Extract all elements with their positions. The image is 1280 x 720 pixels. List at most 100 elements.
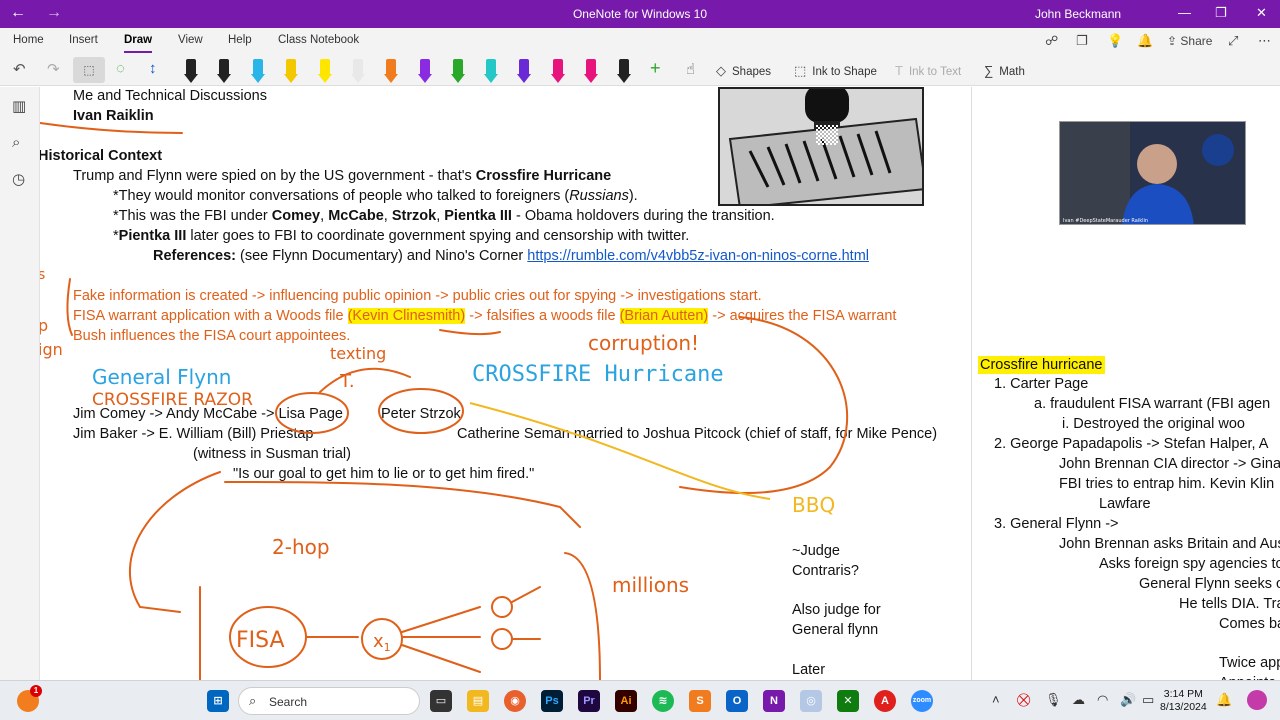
right-title: Crossfire hurricane [978, 356, 1105, 374]
pen-12[interactable] [551, 57, 565, 83]
pen-2[interactable] [217, 57, 231, 83]
pen-tip [251, 74, 265, 83]
pen-body [486, 59, 496, 75]
tab-home[interactable]: Home [13, 34, 44, 46]
ink-to-shape-button[interactable]: ⬚ Ink to Shape [794, 63, 877, 79]
page-view-icon[interactable]: ❐ [1076, 33, 1088, 49]
tab-view[interactable]: View [178, 34, 203, 46]
redo-icon[interactable]: ↷ [47, 60, 60, 78]
acrobat-icon[interactable]: A [874, 690, 896, 712]
notification-bell-icon[interactable]: 🔔 [1216, 692, 1232, 708]
premiere-icon[interactable]: Pr [578, 690, 600, 712]
touch-drawing-icon[interactable]: ☝ [686, 60, 695, 78]
sublime-icon[interactable]: S [689, 690, 711, 712]
notification-avatar[interactable]: 1 [17, 685, 42, 712]
user-name[interactable]: John Beckmann [1035, 7, 1121, 21]
close-icon[interactable]: ✕ [1256, 5, 1267, 21]
pen-8[interactable] [418, 57, 432, 83]
pen-3[interactable] [251, 57, 265, 83]
ink-general-flynn: General Flynn [92, 365, 231, 389]
pen-4[interactable] [284, 57, 298, 83]
right-outline-item: Twice app [1219, 655, 1280, 671]
outlook-icon[interactable]: O [726, 690, 748, 712]
fullscreen-icon[interactable]: ⤢ [1228, 33, 1238, 49]
tab-insert[interactable]: Insert [69, 34, 98, 46]
task-view-icon[interactable]: ▭ [430, 690, 452, 712]
shapes-icon: ◇ [716, 63, 726, 78]
chevron-up-icon[interactable]: ˄ [992, 692, 1000, 707]
copilot-icon[interactable] [1247, 690, 1267, 710]
pen-body [553, 59, 563, 75]
bell-icon[interactable]: 🔔 [1137, 33, 1153, 49]
taskbar-search[interactable]: ⌕ Search [238, 687, 420, 715]
wifi-icon[interactable]: ◠ [1097, 692, 1108, 708]
math-button[interactable]: ∑ Math [984, 63, 1025, 78]
type-select-icon[interactable]: ⬚ [73, 57, 105, 83]
ink-arc-stroke [319, 367, 411, 393]
pen-14[interactable] [617, 57, 631, 83]
pen-tip [351, 74, 365, 83]
share-button[interactable]: ⇪ Share [1167, 34, 1212, 48]
pen-13[interactable] [584, 57, 598, 83]
pen-5[interactable] [318, 57, 332, 83]
pen-10[interactable] [484, 57, 498, 83]
pen-9[interactable] [451, 57, 465, 83]
pen-tip [284, 74, 298, 83]
ink-to-text-icon: T [895, 63, 903, 78]
ink-node-1 [491, 596, 513, 618]
onenote-icon[interactable]: N [763, 690, 785, 712]
shapes-label: Shapes [732, 66, 772, 78]
restore-icon[interactable]: ❐ [1215, 5, 1227, 21]
video-overlay[interactable]: Ivan #DeepStateMarauder Raiklin [1059, 121, 1246, 225]
search-icon[interactable]: ⌕ [12, 134, 20, 151]
lightbulb-icon[interactable]: 💡 [1107, 33, 1123, 49]
photoshop-icon[interactable]: Ps [541, 690, 563, 712]
taskbar-clock[interactable]: 3:14 PM 8/13/2024 [1160, 688, 1207, 714]
pen-tip [217, 74, 231, 83]
minimize-icon[interactable]: — [1178, 5, 1191, 20]
battery-icon[interactable]: ▭ [1142, 692, 1154, 708]
xbox-icon[interactable]: ✕ [837, 690, 859, 712]
spotify-icon[interactable]: ≋ [652, 690, 674, 712]
tab-class-notebook[interactable]: Class Notebook [278, 34, 359, 46]
ink-layer[interactable]: General Flynn CROSSFIRE RAZOR texting T.… [40, 87, 970, 680]
video-frame: Ivan #DeepStateMarauder Raiklin [1060, 122, 1245, 224]
ms-teams-icon[interactable]: ☁ [1072, 692, 1085, 708]
right-outline-item: FBI tries to entrap him. Kevin Klin [1059, 476, 1275, 492]
security-icon[interactable]: ⛒ [1017, 692, 1030, 708]
tab-help[interactable]: Help [228, 34, 252, 46]
firefox-icon[interactable]: ◉ [504, 690, 526, 712]
pen-11[interactable] [517, 57, 531, 83]
ink-circle-lisa-page [275, 392, 349, 434]
pen-1[interactable] [184, 57, 198, 83]
ink-fan-arrows [401, 606, 481, 673]
clock-time: 3:14 PM [1163, 688, 1203, 700]
tab-draw[interactable]: Draw [124, 34, 153, 53]
more-options-icon[interactable]: ⋯ [1258, 33, 1271, 49]
lasso-select-icon[interactable]: ◌ [116, 60, 125, 77]
ink-crossfire-hurricane: CROSSFIRE Hurricane [472, 362, 724, 387]
add-space-icon[interactable]: ↕ [149, 60, 157, 77]
file-explorer-icon[interactable]: ▤ [467, 690, 489, 712]
app-icon[interactable]: ◎ [800, 690, 822, 712]
ink-to-text-button[interactable]: T Ink to Text [895, 63, 961, 78]
pen-6[interactable] [351, 57, 365, 83]
zoom-icon[interactable]: zoom [911, 690, 933, 712]
sticky-notes-icon[interactable]: ☍ [1045, 33, 1058, 49]
right-page[interactable]: Ivan #DeepStateMarauder Raiklin Crossfir… [971, 87, 1280, 680]
windows-start-icon[interactable]: ⊞ [207, 690, 229, 712]
notebooks-icon[interactable]: ▥ [12, 97, 26, 115]
shapes-button[interactable]: ◇ Shapes [716, 63, 771, 79]
ink-node-2 [491, 628, 513, 650]
video-caption: Ivan #DeepStateMarauder Raiklin [1063, 218, 1148, 224]
microphone-icon[interactable]: 🎙 [1045, 692, 1062, 708]
pen-7[interactable] [384, 57, 398, 83]
undo-icon[interactable]: ↶ [13, 60, 26, 78]
illustrator-icon[interactable]: Ai [615, 690, 637, 712]
add-pen-icon[interactable]: + [650, 58, 661, 79]
volume-icon[interactable]: 🔊 [1120, 692, 1136, 708]
ink-texting: texting [330, 344, 386, 363]
right-outline-item: John Brennan asks Britain and Aus [1059, 536, 1280, 552]
recent-icon[interactable]: ◷ [12, 170, 25, 188]
note-canvas[interactable]: Me and Technical Discussions Ivan Raikli… [40, 87, 970, 680]
